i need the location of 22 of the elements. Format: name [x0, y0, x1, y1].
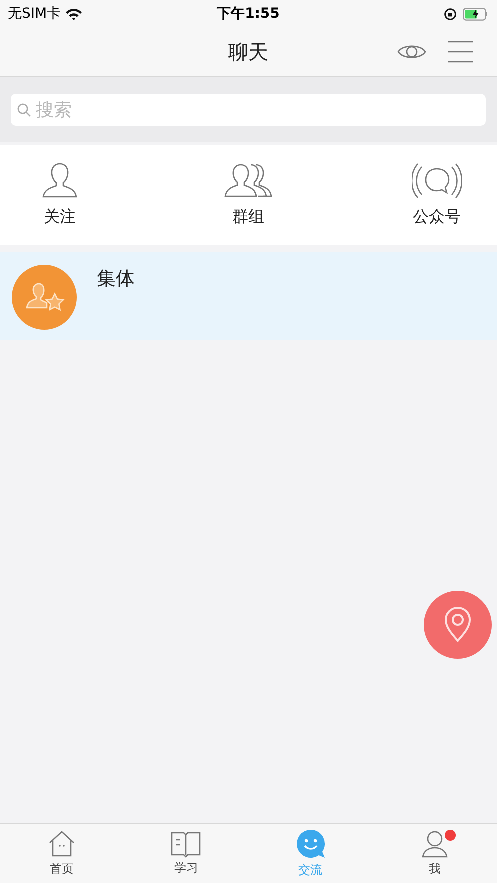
book-icon — [170, 830, 202, 858]
location-pin-icon — [443, 606, 473, 644]
search-field[interactable]: 搜索 — [11, 94, 486, 126]
conversation-row[interactable]: 集体 — [0, 252, 497, 340]
page-title: 聊天 — [228, 39, 268, 66]
shortcut-button[interactable]: 公众号 — [397, 161, 477, 229]
menu-icon[interactable] — [447, 40, 473, 64]
tab-button[interactable]: 学习 — [124, 824, 248, 883]
smiley-chat-icon — [294, 828, 327, 860]
shortcut-button[interactable]: 群组 — [208, 161, 288, 229]
search-icon — [17, 103, 32, 118]
clock-label: 下午1:55 — [216, 4, 281, 24]
tab-button[interactable]: 首页 — [0, 824, 124, 883]
battery-icon — [463, 8, 489, 20]
shortcut-button[interactable]: 关注 — [20, 161, 100, 229]
tab-button[interactable]: 我 — [372, 824, 497, 883]
broadcast-icon — [412, 161, 462, 201]
carrier-label: 无SIM卡 — [8, 4, 62, 24]
wifi-icon — [65, 8, 84, 20]
rotation-lock-icon — [444, 8, 457, 20]
conversation-name: 集体 — [97, 267, 135, 292]
person-icon — [420, 829, 450, 859]
